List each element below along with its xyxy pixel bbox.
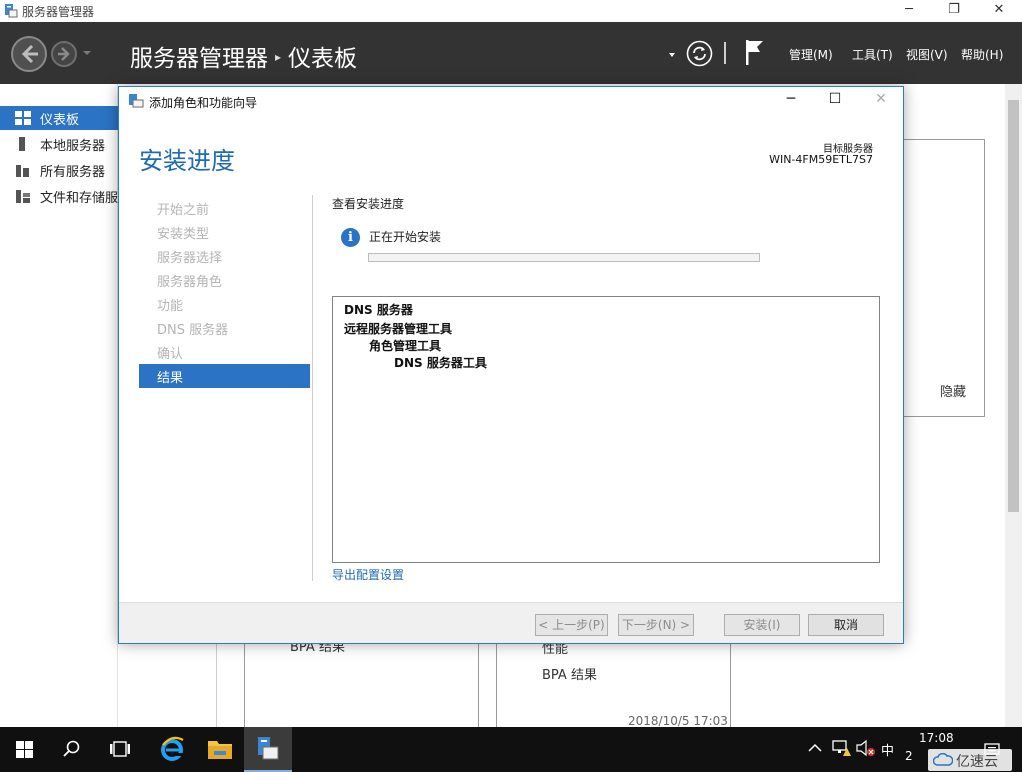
next-button[interactable]: 下一步(N) > [618, 614, 694, 636]
wizard-app-icon [129, 94, 144, 108]
breadcrumb-separator-icon: ▸ [275, 50, 282, 64]
result-item: 角色管理工具 [369, 339, 442, 353]
menu-view[interactable]: 视图(V) [906, 46, 948, 63]
menu-manage[interactable]: 管理(M) [789, 46, 833, 63]
menu-help[interactable]: 帮助(H) [961, 46, 1003, 63]
install-button[interactable]: 安装(I) [724, 614, 800, 636]
refresh-icon[interactable] [686, 40, 713, 67]
sidebar: 仪表板 本地服务器 所有服务器 文件和存储服务 [0, 84, 118, 727]
sidebar-item-all-servers[interactable]: 所有服务器 [0, 158, 118, 182]
input-method-indicator[interactable]: 中 [881, 740, 894, 759]
file-explorer-taskbar-button[interactable] [196, 727, 244, 772]
watermark-logo: 亿速云 [928, 749, 1012, 771]
arrow-left-icon [21, 44, 38, 64]
result-item: DNS 服务器工具 [394, 356, 487, 370]
internet-explorer-icon [161, 736, 185, 761]
section-title: 查看安装进度 [332, 197, 405, 211]
result-item: DNS 服务器 [344, 303, 413, 317]
chevron-down-icon[interactable] [667, 50, 677, 60]
folder-icon [208, 741, 232, 759]
window-title-bar: 服务器管理器 ─ ❐ ✕ [0, 0, 1022, 22]
window-restore-button[interactable]: ❐ [931, 0, 977, 22]
installation-status: 正在开始安装 [369, 230, 442, 244]
sidebar-item-label: 本地服务器 [40, 139, 106, 154]
cloud-logo-icon [933, 753, 953, 766]
forward-button[interactable] [51, 41, 77, 67]
timestamp: 2018/10/5 17:03 [628, 714, 728, 728]
server-manager-app-icon [5, 4, 18, 18]
storage-icon [16, 190, 30, 203]
sidebar-item-label: 仪表板 [40, 113, 80, 128]
previous-button[interactable]: < 上一步(P) [535, 614, 608, 636]
history-dropdown-icon[interactable] [82, 48, 92, 58]
server-icon [19, 137, 25, 151]
window-minimize-button[interactable]: ─ [886, 0, 932, 22]
hide-link[interactable]: 隐藏 [940, 381, 966, 400]
windows-logo-icon [16, 741, 33, 758]
servers-icon [16, 165, 29, 177]
server-manager-taskbar-button[interactable] [244, 727, 292, 772]
clock-time[interactable]: 17:08 [919, 731, 954, 745]
installation-progress-bar [368, 253, 760, 262]
sidebar-item-label: 所有服务器 [40, 165, 106, 180]
content-divider [216, 640, 217, 727]
wizard-step-confirmation: 确认 [157, 347, 184, 362]
task-view-icon [110, 741, 130, 757]
task-view-button[interactable] [96, 727, 144, 772]
result-item: 远程服务器管理工具 [344, 322, 453, 336]
sidebar-item-file-storage[interactable]: 文件和存储服务 [0, 184, 118, 208]
cancel-button[interactable]: 取消 [808, 614, 884, 636]
wizard-step-server-selection: 服务器选择 [157, 251, 223, 266]
watermark-text: 亿速云 [956, 754, 998, 770]
notification-flag-icon[interactable] [744, 38, 766, 66]
bpa-results-label[interactable]: BPA 结果 [542, 664, 597, 683]
steps-divider [312, 195, 313, 581]
dialog-maximize-button[interactable]: ☐ [820, 91, 850, 111]
sidebar-item-local-server[interactable]: 本地服务器 [0, 132, 118, 156]
page-title: 服务器管理器 ▸ 仪表板 [130, 39, 357, 73]
volume-muted-icon[interactable] [856, 739, 876, 757]
installation-results-list: DNS 服务器 远程服务器管理工具 角色管理工具 DNS 服务器工具 [332, 296, 880, 563]
current-page: 仪表板 [288, 46, 358, 72]
window-title: 服务器管理器 [22, 5, 95, 19]
start-button[interactable] [0, 727, 48, 772]
server-manager-icon [258, 737, 279, 760]
wizard-step-before-you-begin: 开始之前 [157, 203, 210, 218]
scrollbar-thumb[interactable] [1008, 100, 1019, 512]
sidebar-item-label: 文件和存储服务 [40, 191, 118, 206]
sidebar-item-dashboard[interactable]: 仪表板 [0, 106, 118, 130]
dialog-title: 添加角色和功能向导 [149, 96, 258, 110]
window-close-button[interactable]: ✕ [976, 0, 1022, 22]
arrow-right-icon [58, 47, 70, 61]
server-manager-header: 服务器管理器 ▸ 仪表板 管理(M) 工具(T) 视图(V) 帮助(H) [0, 22, 1022, 84]
wizard-step-results[interactable]: 结果 [139, 364, 310, 388]
dashboard-tile [902, 139, 985, 417]
dashboard-icon [15, 111, 31, 125]
wizard-step-installation-type: 安装类型 [157, 227, 210, 242]
chevron-up-icon[interactable] [808, 743, 822, 753]
network-warning-icon[interactable] [832, 739, 852, 757]
internet-explorer-taskbar-button[interactable] [148, 727, 196, 772]
dialog-minimize-button[interactable]: ─ [776, 91, 806, 111]
wizard-step-features: 功能 [157, 299, 184, 314]
clock-date[interactable]: 2 [905, 749, 913, 763]
menu-tools[interactable]: 工具(T) [852, 46, 893, 63]
add-roles-wizard-dialog: 添加角色和功能向导 ─ ☐ ✕ 安装进度 目标服务器 WIN-4FM59ETL7… [118, 86, 904, 644]
app-title: 服务器管理器 [130, 46, 268, 72]
header-separator [724, 42, 726, 64]
search-button[interactable] [48, 727, 96, 772]
taskbar: 中 17:08 2 [0, 727, 1022, 772]
wizard-step-dns-server: DNS 服务器 [157, 323, 229, 338]
dialog-title-bar: 添加角色和功能向导 ─ ☐ ✕ [119, 87, 903, 115]
search-icon [63, 740, 80, 757]
target-server-value: WIN-4FM59ETL7S7 [769, 153, 873, 166]
wizard-step-server-roles: 服务器角色 [157, 275, 223, 290]
export-configuration-link[interactable]: 导出配置设置 [332, 566, 404, 583]
info-icon: i [341, 228, 360, 247]
back-button[interactable] [11, 36, 47, 72]
dialog-close-button[interactable]: ✕ [866, 91, 896, 111]
dialog-footer: < 上一步(P) 下一步(N) > 安装(I) 取消 [119, 602, 903, 643]
wizard-page-heading: 安装进度 [139, 147, 235, 175]
